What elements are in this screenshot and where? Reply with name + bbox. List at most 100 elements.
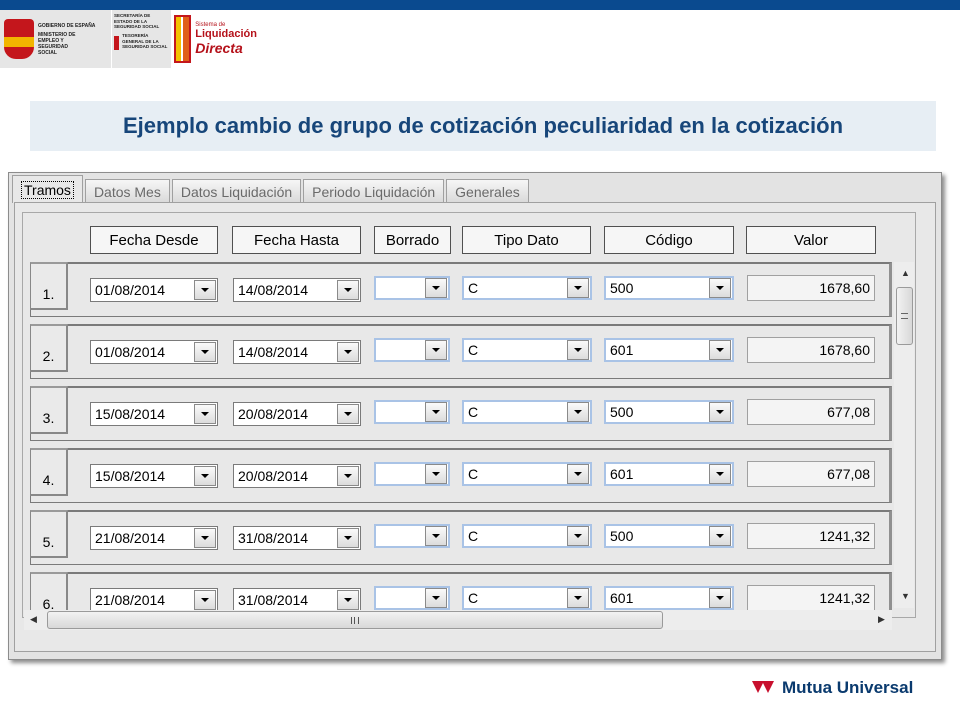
slide-title-band: Ejemplo cambio de grupo de cotización pe… bbox=[30, 101, 936, 151]
codigo-combo[interactable]: 500 bbox=[604, 276, 734, 300]
header-logos: GOBIERNO DE ESPAÑA MINISTERIO DE EMPLEO … bbox=[0, 10, 260, 70]
dropdown-arrow-icon[interactable] bbox=[425, 588, 447, 608]
dropdown-arrow-icon[interactable] bbox=[194, 466, 216, 486]
tab-tramos[interactable]: Tramos bbox=[12, 175, 83, 203]
dropdown-arrow-icon[interactable] bbox=[709, 340, 731, 360]
fecha-hasta-combo[interactable]: 20/08/2014 bbox=[233, 402, 361, 426]
valor-field[interactable]: 677,08 bbox=[747, 461, 875, 487]
tesoreria-icon bbox=[114, 35, 120, 50]
dropdown-arrow-icon[interactable] bbox=[194, 280, 216, 300]
fecha-desde-combo[interactable]: 01/08/2014 bbox=[90, 278, 218, 302]
tipo-dato-value: C bbox=[468, 466, 479, 482]
dropdown-arrow-icon[interactable] bbox=[709, 464, 731, 484]
valor-field[interactable]: 1678,60 bbox=[747, 337, 875, 363]
tab-periodo-liquidacion[interactable]: Periodo Liquidación bbox=[303, 179, 445, 203]
fecha-desde-combo[interactable]: 01/08/2014 bbox=[90, 340, 218, 364]
tipo-dato-combo[interactable]: C bbox=[462, 524, 592, 548]
tipo-dato-combo[interactable]: C bbox=[462, 462, 592, 486]
dropdown-arrow-icon[interactable] bbox=[425, 402, 447, 422]
grip-icon bbox=[901, 313, 908, 319]
fecha-desde-value: 15/08/2014 bbox=[95, 406, 166, 422]
fecha-hasta-combo[interactable]: 14/08/2014 bbox=[233, 340, 361, 364]
tab-datos-mes[interactable]: Datos Mes bbox=[84, 179, 170, 203]
codigo-combo[interactable]: 601 bbox=[604, 338, 734, 362]
dropdown-arrow-icon[interactable] bbox=[567, 588, 589, 608]
tipo-dato-value: C bbox=[468, 404, 479, 420]
codigo-value: 500 bbox=[610, 280, 634, 296]
valor-field[interactable]: 1241,32 bbox=[747, 523, 875, 549]
fecha-hasta-combo[interactable]: 20/08/2014 bbox=[233, 464, 361, 488]
codigo-combo[interactable]: 601 bbox=[604, 462, 734, 486]
sld-line3: Directa bbox=[195, 40, 243, 56]
dropdown-arrow-icon[interactable] bbox=[337, 404, 359, 424]
gobierno-logo: GOBIERNO DE ESPAÑA MINISTERIO DE EMPLEO … bbox=[0, 10, 112, 68]
dropdown-arrow-icon[interactable] bbox=[425, 526, 447, 546]
dropdown-arrow-icon[interactable] bbox=[567, 464, 589, 484]
dropdown-arrow-icon[interactable] bbox=[337, 280, 359, 300]
dropdown-arrow-icon[interactable] bbox=[709, 278, 731, 298]
col-header-fecha-desde: Fecha Desde bbox=[90, 226, 218, 254]
horizontal-scroll-thumb[interactable] bbox=[47, 611, 663, 629]
dropdown-arrow-icon[interactable] bbox=[337, 342, 359, 362]
codigo-value: 500 bbox=[610, 528, 634, 544]
tab-generales[interactable]: Generales bbox=[446, 179, 529, 203]
col-header-borrado: Borrado bbox=[374, 226, 451, 254]
dropdown-arrow-icon[interactable] bbox=[567, 526, 589, 546]
scroll-left-icon[interactable]: ◀ bbox=[30, 614, 37, 625]
ministerio-text: MINISTERIO DE EMPLEO Y SEGURIDAD SOCIAL bbox=[38, 31, 76, 56]
vertical-scroll-thumb[interactable] bbox=[896, 287, 913, 345]
valor-field[interactable]: 1678,60 bbox=[747, 275, 875, 301]
dropdown-arrow-icon[interactable] bbox=[425, 340, 447, 360]
borrado-combo[interactable] bbox=[374, 276, 450, 300]
valor-field[interactable]: 1241,32 bbox=[747, 585, 875, 611]
mutua-universal-logo: Mutua Universal bbox=[752, 678, 913, 698]
codigo-combo[interactable]: 601 bbox=[604, 586, 734, 610]
fecha-desde-value: 21/08/2014 bbox=[95, 530, 166, 546]
codigo-combo[interactable]: 500 bbox=[604, 524, 734, 548]
scroll-up-icon[interactable]: ▲ bbox=[901, 268, 910, 278]
fecha-desde-combo[interactable]: 15/08/2014 bbox=[90, 402, 218, 426]
valor-field[interactable]: 677,08 bbox=[747, 399, 875, 425]
borrado-combo[interactable] bbox=[374, 586, 450, 610]
dropdown-arrow-icon[interactable] bbox=[709, 526, 731, 546]
tipo-dato-value: C bbox=[468, 590, 479, 606]
borrado-combo[interactable] bbox=[374, 462, 450, 486]
tab-datos-liquidacion[interactable]: Datos Liquidación bbox=[171, 179, 302, 203]
coat-of-arms-icon bbox=[4, 19, 34, 59]
dropdown-arrow-icon[interactable] bbox=[337, 466, 359, 486]
dropdown-arrow-icon[interactable] bbox=[425, 278, 447, 298]
tipo-dato-combo[interactable]: C bbox=[462, 400, 592, 424]
dropdown-arrow-icon[interactable] bbox=[567, 402, 589, 422]
dropdown-arrow-icon[interactable] bbox=[194, 528, 216, 548]
borrado-combo[interactable] bbox=[374, 524, 450, 548]
row-number: 2. bbox=[30, 324, 68, 372]
dropdown-arrow-icon[interactable] bbox=[425, 464, 447, 484]
dropdown-arrow-icon[interactable] bbox=[567, 278, 589, 298]
tipo-dato-combo[interactable]: C bbox=[462, 338, 592, 362]
sld-line2: Liquidación bbox=[195, 28, 257, 40]
scroll-right-icon[interactable]: ▶ bbox=[878, 614, 885, 625]
dropdown-arrow-icon[interactable] bbox=[709, 588, 731, 608]
dropdown-arrow-icon[interactable] bbox=[194, 590, 216, 610]
borrado-combo[interactable] bbox=[374, 400, 450, 424]
dropdown-arrow-icon[interactable] bbox=[337, 528, 359, 548]
col-header-codigo: Código bbox=[604, 226, 734, 254]
grip-icon bbox=[351, 616, 359, 624]
dropdown-arrow-icon[interactable] bbox=[709, 402, 731, 422]
fecha-hasta-combo[interactable]: 14/08/2014 bbox=[233, 278, 361, 302]
fecha-hasta-combo[interactable]: 31/08/2014 bbox=[233, 526, 361, 550]
fecha-desde-combo[interactable]: 21/08/2014 bbox=[90, 588, 218, 612]
scroll-down-icon[interactable]: ▼ bbox=[901, 591, 910, 601]
fecha-hasta-combo[interactable]: 31/08/2014 bbox=[233, 588, 361, 612]
dropdown-arrow-icon[interactable] bbox=[567, 340, 589, 360]
dropdown-arrow-icon[interactable] bbox=[194, 404, 216, 424]
borrado-combo[interactable] bbox=[374, 338, 450, 362]
fecha-desde-combo[interactable]: 21/08/2014 bbox=[90, 526, 218, 550]
codigo-combo[interactable]: 500 bbox=[604, 400, 734, 424]
tipo-dato-combo[interactable]: C bbox=[462, 586, 592, 610]
tipo-dato-combo[interactable]: C bbox=[462, 276, 592, 300]
fecha-desde-combo[interactable]: 15/08/2014 bbox=[90, 464, 218, 488]
dropdown-arrow-icon[interactable] bbox=[194, 342, 216, 362]
dropdown-arrow-icon[interactable] bbox=[337, 590, 359, 610]
tipo-dato-value: C bbox=[468, 528, 479, 544]
